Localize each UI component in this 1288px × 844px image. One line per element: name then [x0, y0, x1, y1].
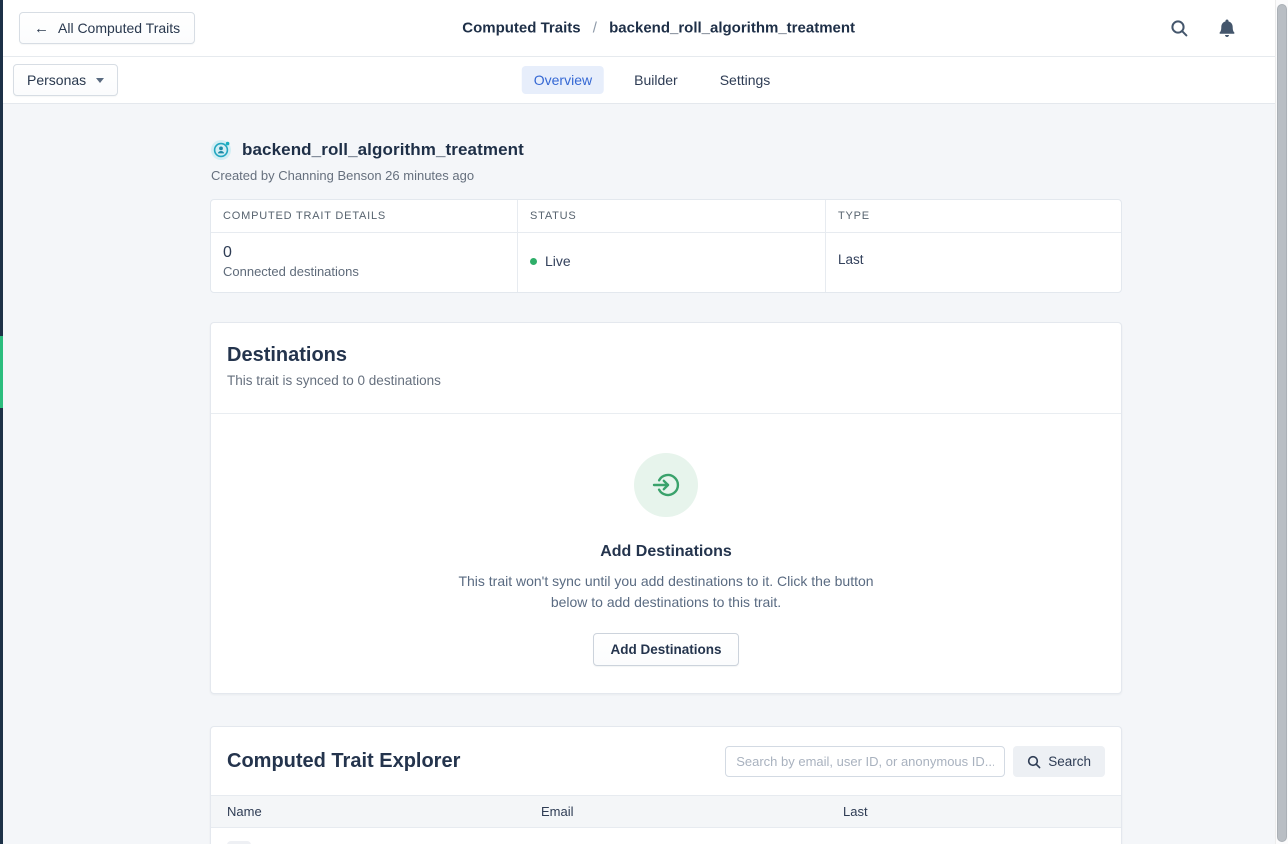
add-destinations-button[interactable]: Add Destinations — [593, 633, 738, 666]
column-header-name: Name — [211, 796, 525, 827]
empty-state-title: Add Destinations — [211, 543, 1121, 561]
column-header-email: Email — [525, 796, 827, 827]
explorer-search-button[interactable]: Search — [1013, 746, 1105, 777]
scrollbar-thumb[interactable] — [1277, 4, 1287, 842]
created-by-text: Created by Channing Benson 26 minutes ag… — [211, 168, 1122, 183]
breadcrumb-current: backend_roll_algorithm_treatment — [609, 20, 855, 37]
explorer-title: Computed Trait Explorer — [227, 750, 460, 773]
search-button-label: Search — [1048, 754, 1091, 769]
tab-overview[interactable]: Overview — [522, 66, 604, 94]
main-area: backend_roll_algorithm_treatment Created… — [3, 104, 1275, 844]
secondary-nav-bar: Personas Overview Builder Settings — [3, 57, 1275, 104]
trait-details-table: COMPUTED TRAIT DETAILS STATUS TYPE 0 Con… — [210, 199, 1122, 293]
destinations-empty-state: Add Destinations This trait won't sync u… — [211, 414, 1121, 693]
status-value: Live — [545, 253, 571, 269]
header-actions — [1169, 18, 1259, 38]
chevron-down-icon — [96, 78, 104, 83]
trait-tabs: Overview Builder Settings — [522, 66, 783, 94]
explorer-table-header: Name Email Last — [211, 795, 1121, 828]
destinations-card: Destinations This trait is synced to 0 d… — [210, 322, 1122, 694]
back-to-all-computed-traits-button[interactable]: ← All Computed Traits — [19, 12, 195, 44]
details-col-header: COMPUTED TRAIT DETAILS — [211, 200, 517, 233]
notifications-bell-icon[interactable] — [1217, 18, 1237, 38]
table-row[interactable]: AC Arthur Chapman arthur.chapman@gmail.c… — [211, 828, 1121, 844]
breadcrumb-separator: / — [593, 20, 597, 37]
destinations-subtitle: This trait is synced to 0 destinations — [227, 373, 1105, 388]
search-icon — [1027, 755, 1041, 769]
type-value: Last — [838, 243, 1109, 267]
trait-title-block: backend_roll_algorithm_treatment Created… — [210, 104, 1122, 183]
explorer-search-input[interactable] — [725, 746, 1005, 777]
page-title: backend_roll_algorithm_treatment — [242, 140, 524, 160]
tab-builder[interactable]: Builder — [622, 66, 690, 94]
app-window: ← All Computed Traits Computed Traits / … — [3, 0, 1275, 844]
breadcrumb: Computed Traits / backend_roll_algorithm… — [462, 20, 855, 37]
connected-destinations-label: Connected destinations — [223, 264, 505, 279]
status-cell: Live — [517, 233, 825, 292]
computed-trait-user-icon — [210, 138, 233, 161]
sidebar-active-indicator — [0, 336, 3, 408]
breadcrumb-parent[interactable]: Computed Traits — [462, 20, 580, 37]
content-column: backend_roll_algorithm_treatment Created… — [210, 104, 1122, 844]
connected-destinations-cell: 0 Connected destinations — [211, 233, 517, 292]
live-status-dot-icon — [530, 258, 537, 265]
empty-state-description: This trait won't sync until you add dest… — [440, 571, 892, 613]
tab-settings[interactable]: Settings — [708, 66, 783, 94]
search-icon[interactable] — [1169, 18, 1189, 38]
column-header-last: Last — [827, 796, 1121, 827]
personas-space-dropdown[interactable]: Personas — [13, 64, 118, 96]
vertical-scrollbar[interactable] — [1275, 0, 1288, 844]
personas-dropdown-label: Personas — [27, 72, 86, 88]
enter-arrow-icon — [634, 453, 698, 517]
computed-trait-explorer-card: Computed Trait Explorer Search Na — [210, 726, 1122, 844]
type-col-header: TYPE — [825, 200, 1121, 233]
explorer-header: Computed Trait Explorer Search — [211, 727, 1121, 795]
back-button-label: All Computed Traits — [58, 20, 180, 36]
explorer-search-area: Search — [725, 746, 1105, 777]
connected-destinations-count: 0 — [223, 243, 505, 262]
status-col-header: STATUS — [517, 200, 825, 233]
back-arrow-icon: ← — [34, 21, 49, 36]
details-body-row: 0 Connected destinations Live Last — [211, 233, 1121, 292]
top-header-bar: ← All Computed Traits Computed Traits / … — [3, 0, 1275, 57]
collapsed-sidebar-edge — [0, 0, 3, 844]
destinations-card-header: Destinations This trait is synced to 0 d… — [211, 323, 1121, 413]
type-cell: Last — [825, 233, 1121, 292]
details-header-row: COMPUTED TRAIT DETAILS STATUS TYPE — [211, 200, 1121, 233]
destinations-title: Destinations — [227, 344, 1105, 367]
